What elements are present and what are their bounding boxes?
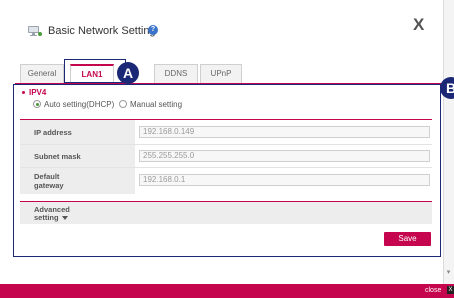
bottom-close-label[interactable]: close bbox=[425, 287, 441, 294]
manual-setting-radio[interactable] bbox=[119, 100, 127, 108]
ip-address-label: IP address bbox=[20, 120, 135, 144]
dialog-titlebar: Basic Network Setting ? X bbox=[0, 0, 454, 52]
question-icon[interactable]: ? bbox=[148, 25, 158, 35]
manual-setting-label[interactable]: Manual setting bbox=[130, 100, 182, 109]
tab-upnp[interactable]: UPnP bbox=[200, 64, 242, 83]
default-gateway-label-line1: Default bbox=[34, 172, 60, 181]
ip-address-row: IP address 192.168.0.149 bbox=[20, 120, 432, 144]
tab-general[interactable]: General bbox=[20, 64, 64, 83]
save-button[interactable]: Save bbox=[384, 232, 431, 246]
advanced-setting-toggle[interactable]: Advanced setting bbox=[34, 206, 70, 222]
close-button[interactable]: X bbox=[413, 15, 424, 35]
advanced-label-line2: setting bbox=[34, 213, 59, 222]
subnet-mask-input[interactable]: 255.255.255.0 bbox=[139, 150, 430, 162]
auto-setting-radio[interactable] bbox=[33, 100, 41, 108]
caret-down-icon bbox=[61, 216, 68, 221]
network-settings-icon bbox=[28, 26, 42, 36]
bottom-close-icon[interactable]: X bbox=[447, 286, 454, 294]
default-gateway-label: Default gateway bbox=[20, 168, 135, 194]
annotation-badge-a: A bbox=[117, 62, 139, 84]
default-gateway-row: Default gateway 192.168.0.1 bbox=[20, 168, 432, 194]
ip-address-input[interactable]: 192.168.0.149 bbox=[139, 126, 430, 138]
scrollbar[interactable] bbox=[443, 0, 454, 284]
dialog-title: Basic Network Setting bbox=[48, 25, 156, 37]
advanced-setting-row[interactable]: Advanced setting bbox=[20, 202, 432, 224]
bullet-icon bbox=[22, 91, 25, 94]
subnet-mask-row: Subnet mask 255.255.255.0 bbox=[20, 145, 432, 167]
default-gateway-label-line2: gateway bbox=[34, 181, 64, 190]
subnet-mask-label: Subnet mask bbox=[20, 145, 135, 167]
bottom-bar: close X bbox=[0, 284, 454, 298]
ipv4-heading: IPV4 bbox=[29, 88, 47, 97]
auto-setting-label[interactable]: Auto setting(DHCP) bbox=[44, 100, 114, 109]
default-gateway-input[interactable]: 192.168.0.1 bbox=[139, 174, 430, 186]
tab-ddns[interactable]: DDNS bbox=[154, 64, 198, 83]
scroll-down-icon[interactable]: ▾ bbox=[444, 268, 453, 278]
